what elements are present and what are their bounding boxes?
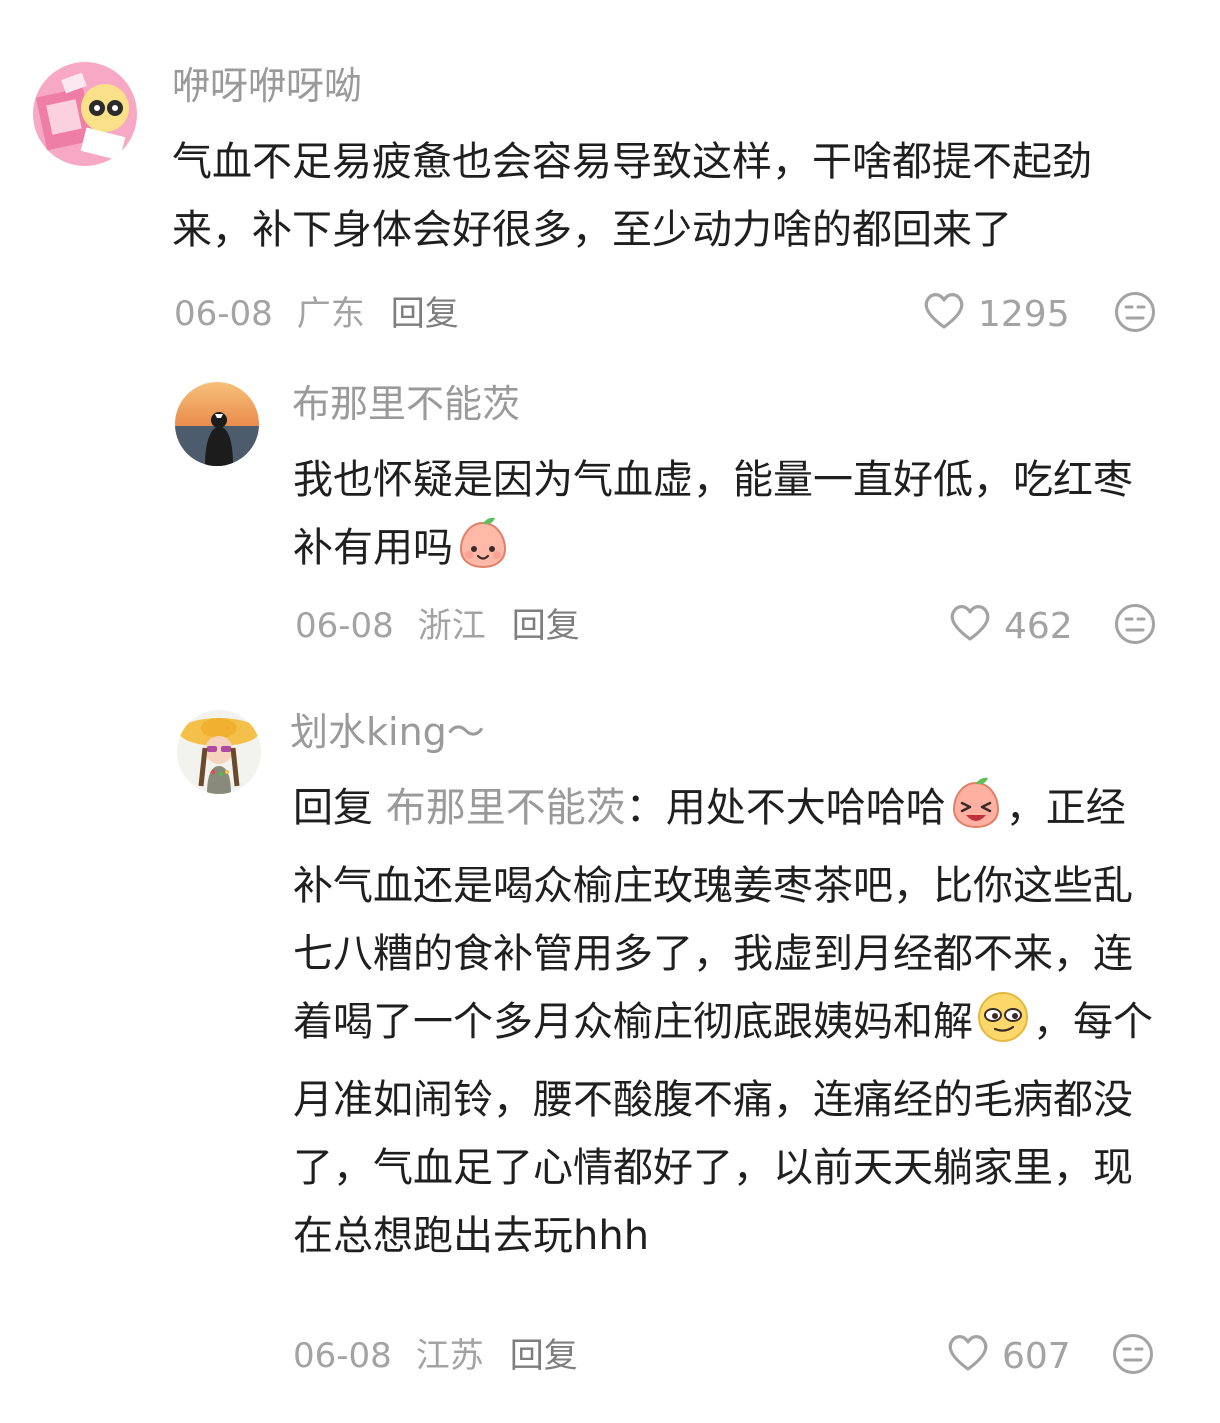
laughing-peach-emoji: [948, 775, 1004, 852]
comment-actions: 462: [948, 602, 1156, 650]
reply-prefix: 回复: [293, 785, 373, 831]
comment-actions: 607: [946, 1332, 1154, 1380]
comment-location: 浙江: [417, 606, 486, 646]
like-button[interactable]: 1295: [922, 290, 1074, 339]
comment-date: 06-08: [293, 1336, 392, 1376]
dislike-button[interactable]: [1114, 291, 1156, 337]
like-button[interactable]: 462: [948, 602, 1074, 651]
smirking-face-emoji: [975, 989, 1031, 1066]
comment-meta: 06-08 江苏 回复: [293, 1332, 578, 1380]
comment-location: 江苏: [415, 1336, 484, 1376]
comment-text-part1: 用处不大哈哈哈: [665, 785, 946, 831]
reply-item: 划水king～ 回复 布那里不能茨：用处不大哈哈哈 ，正经补气血还是喝众榆庄玫瑰…: [0, 680, 1220, 1423]
mentioned-user[interactable]: 布那里不能茨: [386, 785, 626, 831]
meh-face-icon: [1114, 603, 1156, 649]
username[interactable]: 咿呀咿呀呦: [172, 62, 362, 110]
comment-date: 06-08: [174, 294, 273, 334]
comment-meta: 06-08 广东 回复: [174, 290, 459, 338]
comment-text: 回复 布那里不能茨：用处不大哈哈哈 ，正经补气血还是喝众榆庄玫瑰姜枣茶吧，比你这…: [293, 774, 1155, 1270]
like-button[interactable]: 607: [946, 1332, 1072, 1381]
meh-face-icon: [1112, 1333, 1154, 1379]
dislike-button[interactable]: [1112, 1333, 1154, 1379]
avatar[interactable]: [33, 62, 137, 166]
comment-meta: 06-08 浙江 回复: [295, 602, 580, 650]
dislike-button[interactable]: [1114, 603, 1156, 649]
avatar[interactable]: [177, 710, 261, 794]
heart-outline-icon: [948, 602, 1004, 651]
comment-text: 气血不足易疲惫也会容易导致这样，干啥都提不起劲来，补下身体会好很多，至少动力啥的…: [172, 139, 1092, 253]
reply-button[interactable]: 回复: [510, 1332, 578, 1380]
username[interactable]: 划水king～: [290, 708, 485, 756]
comment-actions: 1295: [922, 290, 1156, 338]
avatar[interactable]: [175, 382, 259, 466]
like-count: 462: [1004, 605, 1073, 647]
reply-colon: ：: [625, 785, 666, 831]
meh-face-icon: [1114, 291, 1156, 337]
comment-text: 我也怀疑是因为气血虚，能量一直好低，吃红枣补有用吗: [293, 446, 1153, 592]
comment-date: 06-08: [295, 606, 394, 646]
comment-text-content: 我也怀疑是因为气血虚，能量一直好低，吃红枣补有用吗: [293, 457, 1133, 571]
heart-outline-icon: [922, 290, 978, 339]
comment-item: 咿呀咿呀呦 气血不足易疲惫也会容易导致这样，干啥都提不起劲来，补下身体会好很多，…: [0, 0, 1220, 360]
like-count: 607: [1002, 1335, 1071, 1377]
comment-location: 广东: [296, 294, 365, 334]
smiling-peach-emoji: [455, 515, 511, 592]
reply-item: 布那里不能茨 我也怀疑是因为气血虚，能量一直好低，吃红枣补有用吗 06-08 浙江…: [0, 360, 1220, 680]
like-count: 1295: [978, 293, 1070, 335]
heart-outline-icon: [946, 1332, 1002, 1381]
reply-button[interactable]: 回复: [512, 602, 580, 650]
reply-button[interactable]: 回复: [391, 290, 459, 338]
username[interactable]: 布那里不能茨: [292, 380, 520, 428]
